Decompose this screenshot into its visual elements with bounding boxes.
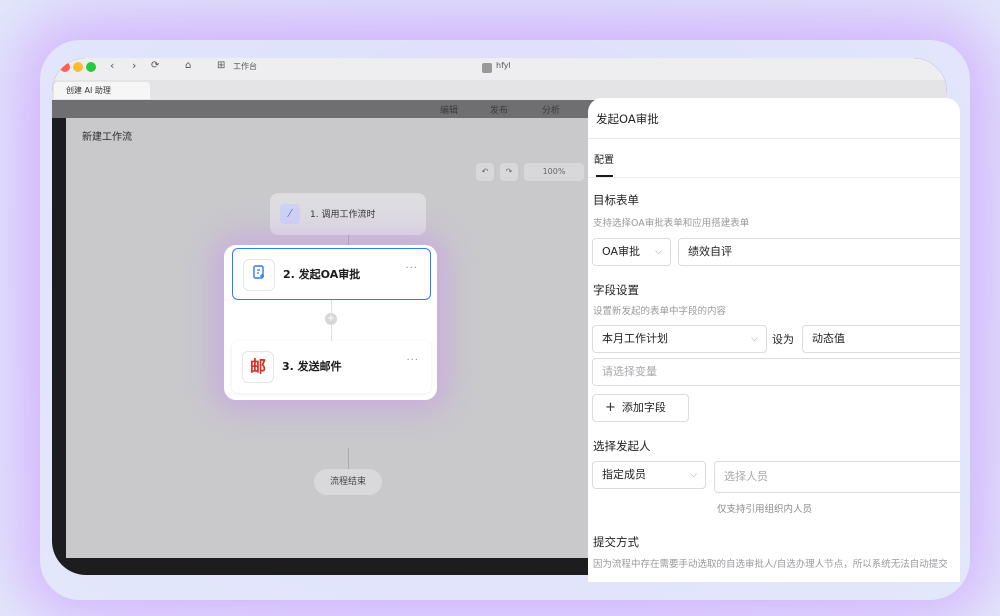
approval-form-icon	[243, 259, 275, 291]
initiator-type-select[interactable]: 指定成员 ⌵	[592, 461, 706, 489]
field-select[interactable]: 本月工作计划 ⌵	[592, 325, 767, 353]
divider	[588, 177, 960, 178]
tab-create-ai-assistant[interactable]: 创建 AI 助理	[54, 82, 150, 99]
placeholder-text: 选择人员	[724, 470, 768, 483]
chevron-right-icon[interactable]: ›	[132, 59, 136, 72]
workflow-icon: ⁄	[280, 204, 300, 224]
close-window-button[interactable]	[60, 62, 70, 72]
variable-select[interactable]: 请选择变量	[592, 358, 960, 386]
dim-tab-publish: 发布	[490, 106, 509, 116]
zoom-value: 100%	[542, 167, 566, 176]
tab-config[interactable]: 配置	[594, 151, 614, 166]
more-icon[interactable]: ···	[406, 355, 419, 366]
dim-tab-edit: 编辑	[440, 106, 459, 116]
add-node-icon[interactable]: +	[325, 313, 337, 325]
refresh-icon[interactable]: ⟳	[151, 60, 159, 71]
node-label: 2. 发起OA审批	[283, 268, 361, 281]
node-send-mail[interactable]: 邮 3. 发送邮件 ···	[232, 341, 431, 393]
node-label: 1. 调用工作流时	[310, 210, 376, 220]
plus-icon: +	[605, 400, 616, 415]
node-trigger[interactable]: ⁄ 1. 调用工作流时	[270, 193, 426, 235]
form-select[interactable]: 绩效自评	[678, 238, 960, 266]
set-as-label: 设为	[772, 333, 794, 346]
home-icon[interactable]: ⌂	[185, 60, 191, 71]
select-value: 指定成员	[602, 468, 646, 481]
node-start-oa-approval[interactable]: 2. 发起OA审批 ···	[232, 248, 431, 300]
section-desc: 设置新发起的表单中字段的内容	[593, 306, 727, 317]
placeholder-text: 请选择变量	[602, 365, 657, 378]
app-logo-icon	[482, 63, 492, 73]
undo-icon[interactable]: ↶	[476, 163, 494, 181]
member-select[interactable]: 选择人员	[714, 461, 960, 493]
chevron-down-icon: ⌵	[655, 247, 662, 257]
zoom-window-button[interactable]	[86, 62, 96, 72]
select-value: 绩效自评	[688, 245, 732, 258]
chevron-down-icon: ⌵	[751, 334, 758, 344]
workspace-label[interactable]: 工作台	[233, 61, 257, 72]
select-value: 本月工作计划	[602, 332, 668, 345]
more-icon[interactable]: ···	[405, 263, 418, 274]
tab-label: 创建 AI 助理	[66, 86, 111, 95]
button-label: 添加字段	[621, 401, 666, 414]
select-value: OA审批	[602, 245, 640, 258]
add-field-button[interactable]: + 添加字段	[592, 394, 689, 422]
highlighted-nodes: 2. 发起OA审批 ··· + 邮 3. 发送邮件 ···	[224, 245, 437, 400]
initiator-hint: 仅支持引用组织内人员	[717, 504, 813, 515]
canvas-title: 新建工作流	[82, 132, 132, 143]
redo-icon[interactable]: ↷	[500, 163, 518, 181]
title-bar: ‹ › ⟳ ⌂ ⊞ 工作台 hfyl	[52, 58, 947, 80]
flow-end-node[interactable]: 流程结束	[314, 469, 382, 495]
select-value: 动态值	[812, 332, 845, 345]
zoom-control[interactable]: 100%	[524, 163, 584, 181]
tab-strip: 创建 AI 助理	[52, 80, 947, 100]
connector-line	[348, 448, 349, 469]
section-desc: 支持选择OA审批表单和应用搭建表单	[593, 218, 750, 229]
dim-tab-analyze: 分析	[542, 106, 561, 116]
config-panel: 发起OA审批 配置 目标表单 支持选择OA审批表单和应用搭建表单 OA审批 ⌵ …	[588, 98, 960, 582]
chevron-down-icon: ⌵	[690, 470, 697, 480]
panel-title: 发起OA审批	[596, 112, 659, 126]
mail-icon: 邮	[242, 351, 274, 383]
section-title-target-form: 目标表单	[593, 193, 639, 207]
value-mode-select[interactable]: 动态值	[802, 325, 960, 353]
section-title-initiator: 选择发起人	[593, 439, 651, 453]
section-title-submit: 提交方式	[593, 535, 639, 549]
chevron-left-icon[interactable]: ‹	[110, 59, 114, 72]
section-title-fields: 字段设置	[593, 283, 639, 297]
end-label: 流程结束	[329, 477, 366, 487]
connector-line	[331, 300, 332, 313]
divider	[588, 138, 960, 139]
connector-line	[331, 325, 332, 341]
minimize-window-button[interactable]	[73, 62, 83, 72]
app-name[interactable]: hfyl	[496, 61, 511, 70]
section-desc: 因为流程中存在需要手动选取的自选审批人/自选办理人节点，所以系统无法自动提交	[593, 559, 948, 570]
node-label: 3. 发送邮件	[282, 360, 342, 373]
grid-icon[interactable]: ⊞	[217, 60, 225, 71]
form-type-select[interactable]: OA审批 ⌵	[592, 238, 671, 266]
